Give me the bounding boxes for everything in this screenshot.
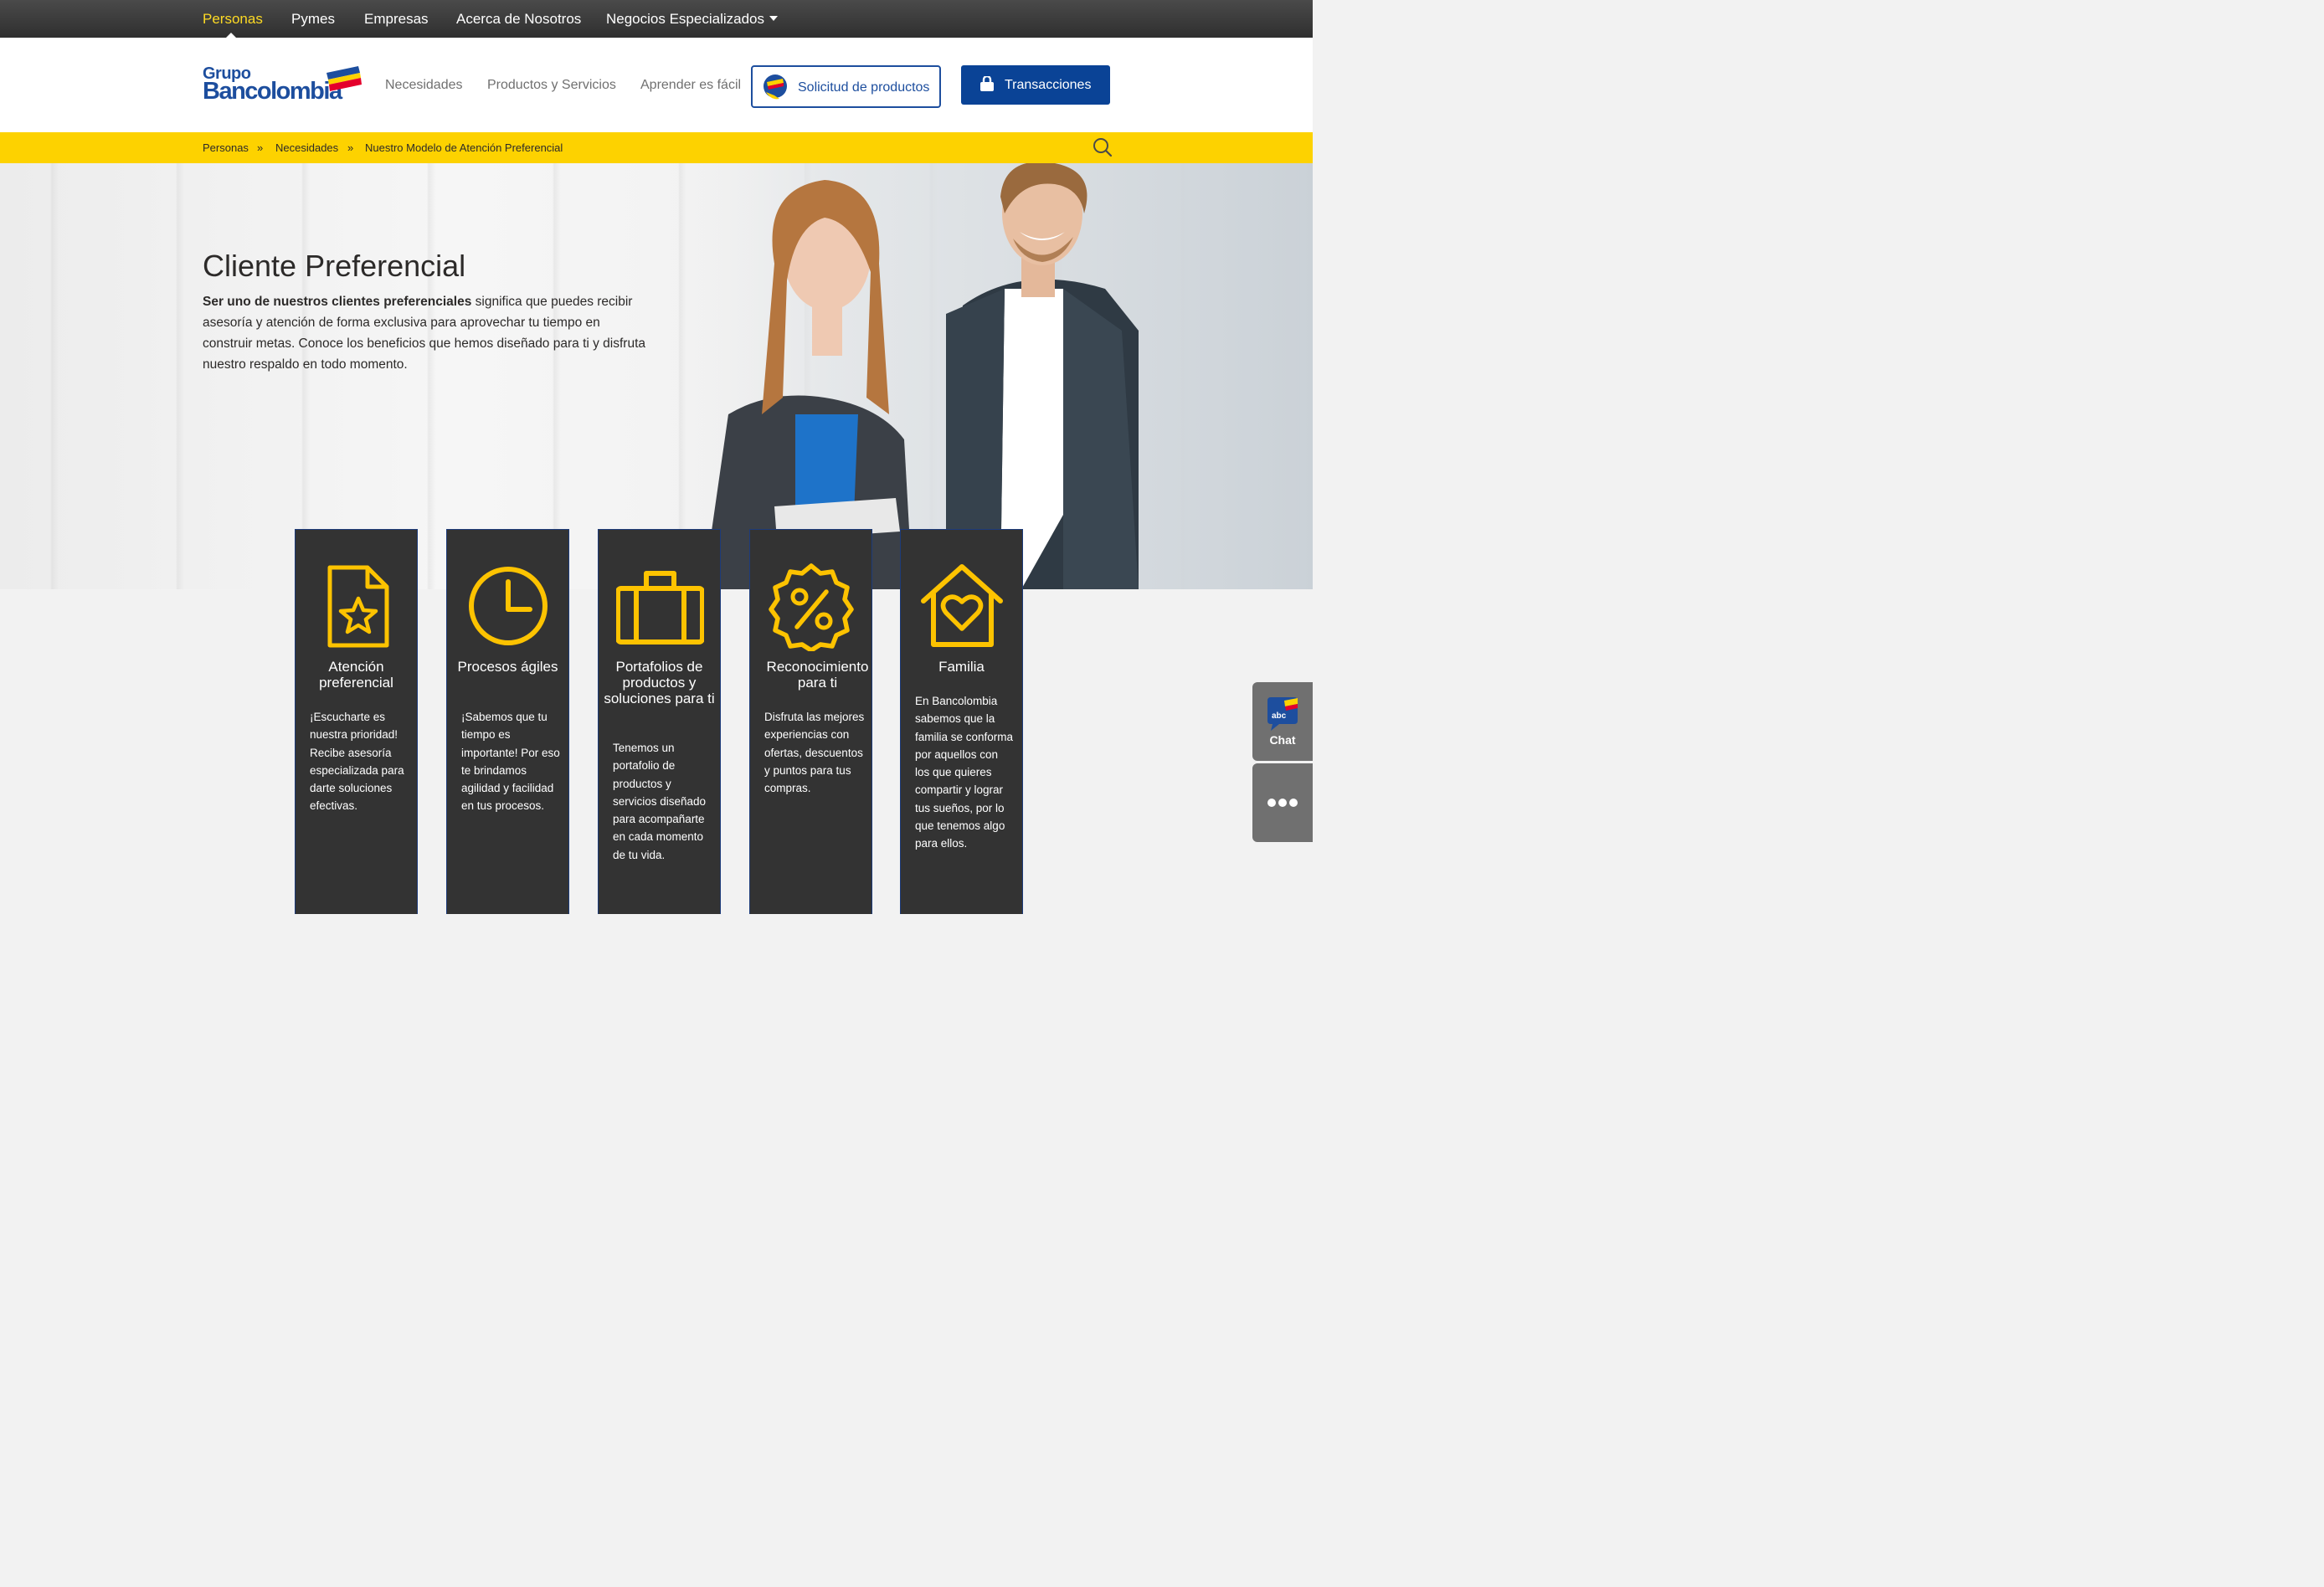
bancolombia-logo[interactable]: Grupo Bancolombia [203,64,366,106]
card-text: Tenemos un portafolio de productos y ser… [613,742,707,861]
topnav-pymes[interactable]: Pymes [291,11,335,28]
breadcrumb: Personas » Necesidades » Nuestro Modelo … [0,132,1313,163]
topnav-personas[interactable]: Personas [203,11,263,28]
main-header: Grupo Bancolombia Necesidades Productos … [0,38,1313,132]
topnav-negocios-label: Negocios Especializados [606,11,764,27]
discount-badge-icon [769,563,854,651]
breadcrumb-personas[interactable]: Personas [203,141,249,154]
card-title: Familia [938,659,985,675]
product-request-icon [764,74,787,100]
breadcrumb-necesidades[interactable]: Necesidades [275,141,338,154]
solicitud-label: Solicitud de productos [798,80,930,95]
breadcrumb-separator: » [347,141,354,154]
breadcrumb-current: Nuestro Modelo de Atención Preferencial [365,141,563,154]
logo-flag-icon [326,66,362,91]
breadcrumb-separator: » [257,141,264,154]
topnav-negocios-especializados[interactable]: Negocios Especializados [606,11,778,28]
nav-aprender[interactable]: Aprender es fácil [640,78,741,93]
hero-description-bold: Ser uno de nuestros clientes preferencia… [203,295,472,309]
benefit-card-reconocimiento[interactable]: Reconocimiento para ti Disfruta las mejo… [749,529,872,914]
transacciones-button[interactable]: Transacciones [961,65,1110,105]
benefit-card-portafolios[interactable]: Portafolios de productos y soluciones pa… [598,529,721,914]
card-text: Disfruta las mejores experiencias con of… [764,711,865,795]
chat-badge-text: abc [1272,711,1287,721]
transacciones-label: Transacciones [1005,78,1092,92]
chat-label: Chat [1269,733,1296,747]
more-options-widget[interactable] [1252,763,1313,842]
caret-down-icon [769,16,778,21]
card-title: Reconocimiento para ti [766,659,869,691]
hero-banner: Cliente Preferencial Ser uno de nuestros… [0,163,1313,589]
benefit-card-familia[interactable]: Familia En Bancolombia sabemos que la fa… [900,529,1023,914]
card-text: En Bancolombia sabemos que la familia se… [915,695,1014,850]
page-title: Cliente Preferencial [203,249,466,283]
topnav-acerca[interactable]: Acerca de Nosotros [456,11,581,28]
card-title: Procesos ágiles [457,659,558,675]
card-title: Atención preferencial [319,659,393,691]
chat-bubble-icon: abc [1267,697,1298,731]
topnav-empresas[interactable]: Empresas [364,11,429,28]
card-title: Portafolios de productos y soluciones pa… [604,659,715,706]
solicitud-productos-button[interactable]: Solicitud de productos [751,65,941,108]
benefit-card-procesos[interactable]: Procesos ágiles ¡Sabemos que tu tiempo e… [446,529,569,914]
more-dots-icon [1267,799,1298,807]
lock-icon [980,76,994,91]
chat-widget[interactable]: abc Chat [1252,682,1313,761]
top-navigation-bar: Personas Pymes Empresas Acerca de Nosotr… [0,0,1313,38]
star-document-icon [327,565,389,648]
hero-people-image [670,163,1313,589]
house-heart-icon [921,564,1003,647]
nav-necesidades[interactable]: Necesidades [385,78,463,93]
clock-icon [469,567,548,645]
card-text: ¡Sabemos que tu tiempo es importante! Po… [461,711,560,813]
nav-productos-servicios[interactable]: Productos y Servicios [487,78,616,93]
search-icon[interactable] [1093,137,1113,157]
hero-description: Ser uno de nuestros clientes preferencia… [203,291,646,375]
briefcase-icon [616,571,704,645]
logo-text-bancolombia: Bancolombia [203,78,342,105]
benefit-card-atencion[interactable]: Atención preferencial ¡Escucharte es nue… [295,529,418,914]
card-text: ¡Escucharte es nuestra prioridad! Recibe… [310,711,404,813]
